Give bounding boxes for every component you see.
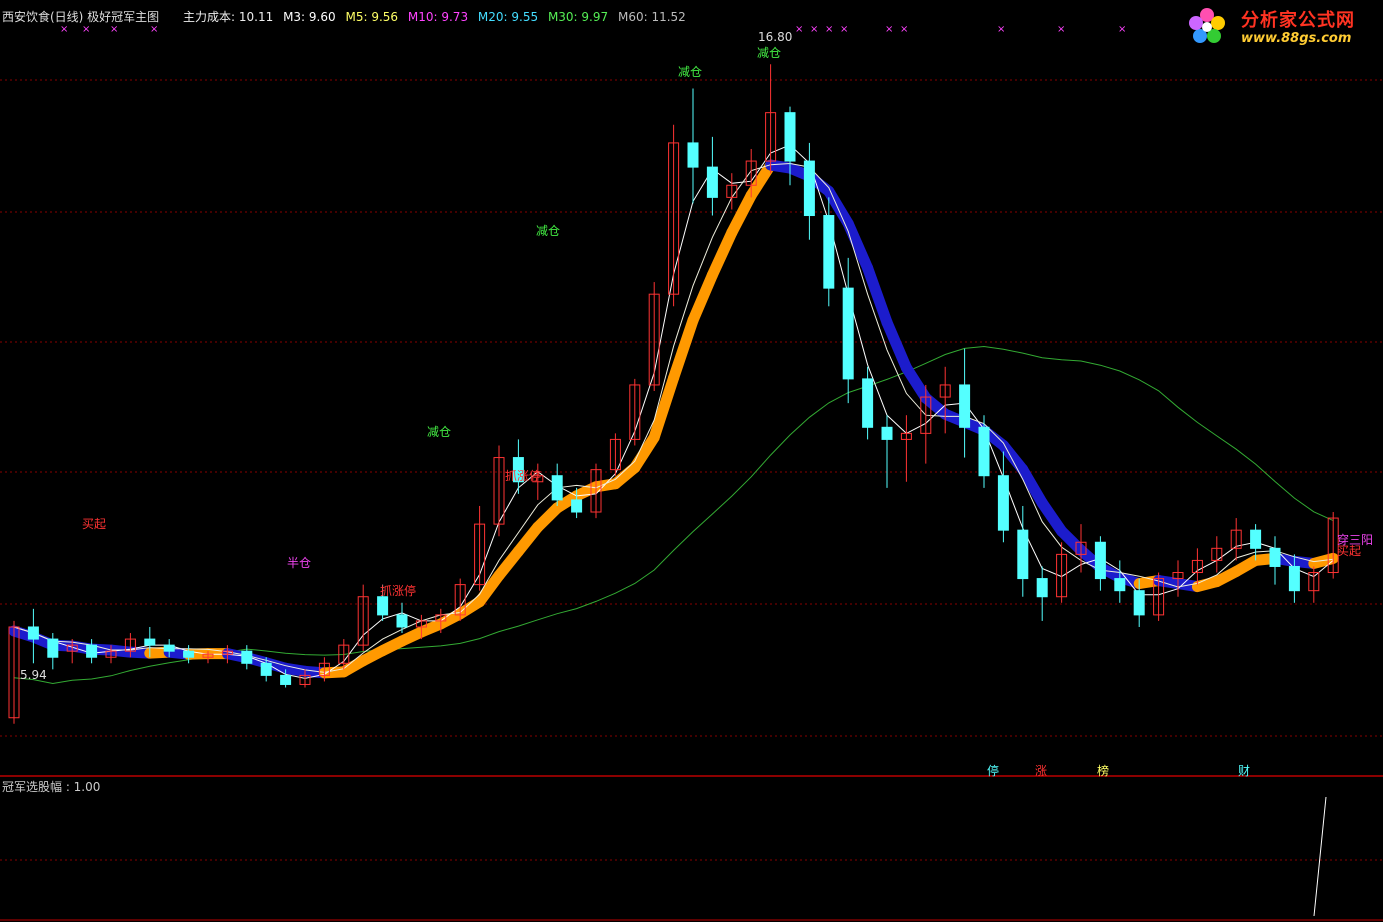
signal-cross: × <box>810 24 818 35</box>
reduce-signal-label: 减仓 <box>427 425 452 439</box>
flower-logo-icon <box>1189 8 1225 43</box>
logo-name: 分析家公式网 <box>1241 10 1355 31</box>
candle-body <box>687 142 699 168</box>
candle-body <box>551 475 563 501</box>
sub-indicator-header: 冠军选股幅 : 1.00 <box>2 780 101 794</box>
candle-body <box>1269 547 1281 567</box>
candle-body <box>881 426 893 440</box>
logo-url: www.88gs.com <box>1241 31 1352 46</box>
ma5-value: M5: 9.56 <box>345 10 399 24</box>
long-ma-line <box>13 345 1334 685</box>
signal-cross: × <box>795 24 803 35</box>
price-chart[interactable]: × × × × × × × × × × × × × <box>0 0 1383 922</box>
candle-body <box>862 378 874 428</box>
candle-body <box>823 215 835 289</box>
signal-cross: × <box>885 24 893 35</box>
signal-cross: × <box>1057 24 1065 35</box>
candle-body <box>163 644 175 652</box>
candle-body <box>241 650 253 664</box>
bottom-tag-stop: 停 <box>987 764 1000 778</box>
bottom-tag-rise: 涨 <box>1035 764 1048 778</box>
trend-band-segment <box>881 316 912 374</box>
candle-body <box>784 112 796 162</box>
trend-band-segment <box>706 227 738 281</box>
sub-indicator-line <box>1313 796 1327 917</box>
trend-band-segment <box>726 189 757 239</box>
candle-body <box>183 650 195 658</box>
stock-title: 西安饮食(日线) 极好冠军主图 <box>2 10 160 24</box>
ma20-value: M20: 9.55 <box>477 10 539 24</box>
reduce-signal-label: 减仓 <box>757 46 782 60</box>
candle-body <box>260 662 272 676</box>
candle-body <box>959 384 971 428</box>
trend-band-segment <box>687 269 718 326</box>
half-position-label: 半仓 <box>287 556 312 570</box>
candle-body <box>86 644 98 658</box>
candle-body <box>706 166 718 198</box>
candle-body <box>1017 529 1029 580</box>
signal-cross: × <box>997 24 1005 35</box>
trend-band-segment <box>668 314 699 384</box>
low-price-label: 5.94 <box>20 668 47 682</box>
limit-up-signal-label: 抓涨停 <box>380 584 417 598</box>
ma3-value: M3: 9.60 <box>283 10 336 24</box>
high-price-label: 16.80 <box>758 30 793 44</box>
candle-body <box>396 614 408 628</box>
trend-band-segment <box>862 262 893 328</box>
buy-start-label: 买起 <box>1337 544 1362 558</box>
reduce-signal-label: 减仓 <box>678 65 703 79</box>
bottom-tag-list: 榜 <box>1097 764 1110 778</box>
candle-body <box>144 638 156 646</box>
candle-body <box>47 638 59 658</box>
signal-cross: × <box>840 24 848 35</box>
signal-cross: × <box>900 24 908 35</box>
candle-body <box>1250 529 1262 549</box>
reduce-signal-label: 减仓 <box>536 224 561 238</box>
candle-body <box>280 674 292 685</box>
candle-body <box>1288 565 1300 592</box>
ma30-value: M30: 9.97 <box>547 10 609 24</box>
site-logo: 分析家公式网 www.88gs.com <box>1183 2 1381 52</box>
buy-start-label: 买起 <box>82 517 107 531</box>
signal-cross: × <box>825 24 833 35</box>
main-cost-value: 主力成本: 10.11 <box>183 10 274 24</box>
candle-body <box>1133 590 1145 616</box>
candle-body <box>377 596 389 616</box>
candle-body <box>27 626 39 640</box>
signal-cross: × <box>1118 24 1126 35</box>
candle-body <box>1094 541 1106 580</box>
candle-body <box>842 287 854 380</box>
candle-body <box>1114 578 1126 592</box>
bottom-tag-wealth: 财 <box>1238 764 1251 778</box>
candle-body <box>803 160 815 217</box>
candle-body <box>1036 578 1048 598</box>
ma10-value: M10: 9.73 <box>407 10 469 24</box>
limit-up-signal-label: 抓涨停 <box>505 469 542 483</box>
candle-body <box>571 499 583 513</box>
candle-body <box>997 475 1009 531</box>
main-indicator-header: 西安饮食(日线) 极好冠军主图 主力成本: 10.11 M3: 9.60 M5:… <box>2 8 692 26</box>
ma60-value: M60: 11.52 <box>617 10 686 24</box>
candle-body <box>978 426 990 477</box>
